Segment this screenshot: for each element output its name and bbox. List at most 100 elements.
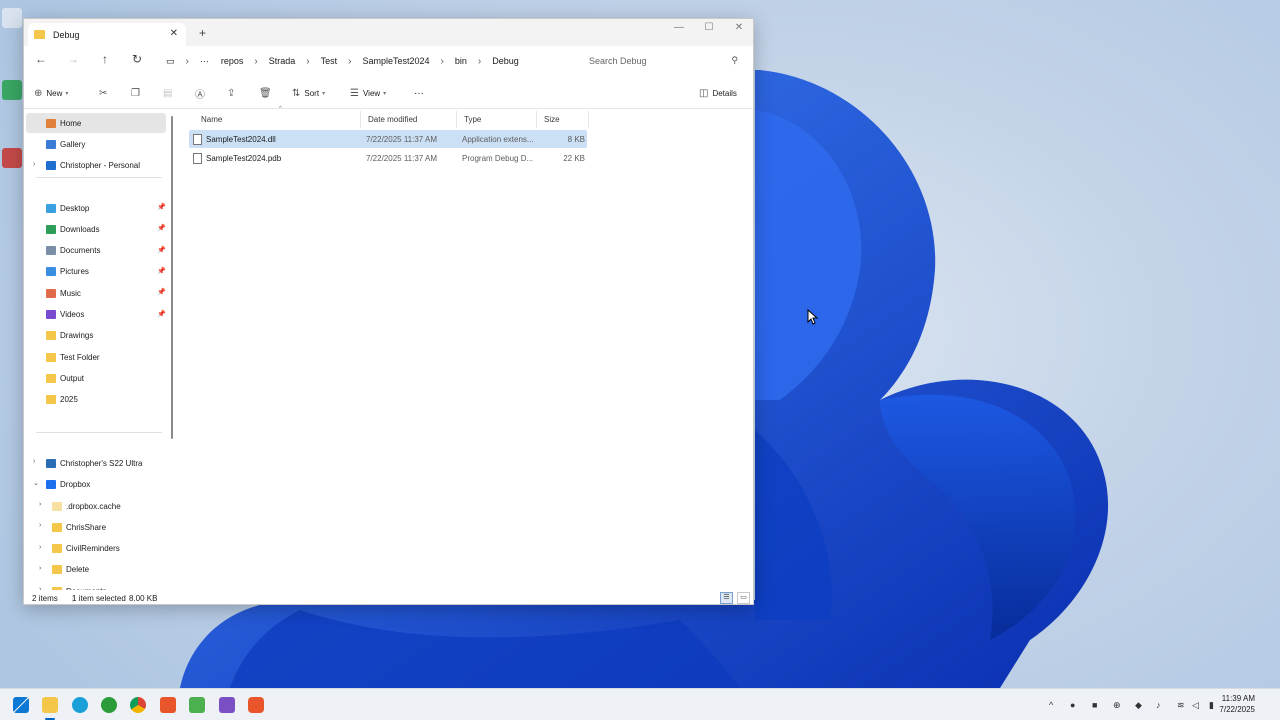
sidebar-item[interactable]: › Christopher - Personal	[26, 156, 166, 176]
clock-date: 7/22/2025	[1219, 705, 1255, 714]
chevron-down-icon[interactable]: ⌄	[33, 479, 39, 487]
sidebar-item[interactable]: Pictures 📌	[26, 262, 166, 282]
sidebar-item[interactable]: › CivilReminders	[26, 539, 166, 559]
sidebar-item[interactable]: Videos 📌	[26, 305, 166, 325]
sidebar-divider	[36, 432, 162, 433]
sidebar-item[interactable]: Test Folder	[26, 347, 166, 367]
maximize-button[interactable]: ☐	[702, 22, 716, 33]
pin-icon: 📌	[157, 204, 166, 211]
share-button[interactable]: ⇪	[227, 84, 239, 102]
app-s-icon[interactable]	[160, 697, 176, 713]
close-window-button[interactable]: ✕	[732, 22, 746, 33]
forward-button[interactable]: →	[65, 52, 81, 66]
sidebar-scrollbar[interactable]	[171, 116, 173, 439]
breadcrumb-overflow[interactable]: ···	[194, 56, 215, 66]
details-button[interactable]: ◫ Details	[699, 84, 737, 102]
column-header-date[interactable]: Date modified	[361, 111, 457, 128]
details-view-button[interactable]: ☰	[720, 592, 733, 604]
edge-icon[interactable]	[72, 697, 88, 713]
file-explorer-taskbar-icon[interactable]	[42, 697, 58, 713]
details-label: Details	[712, 88, 737, 98]
column-header-size[interactable]: Size	[537, 111, 589, 128]
cell-text: Program Debug D...	[462, 153, 534, 163]
tiles-view-button[interactable]: ▭	[737, 592, 750, 604]
tab-title: Debug	[53, 29, 80, 40]
view-button[interactable]: ☰ View ▾	[350, 84, 386, 102]
chevron-right-icon[interactable]: ›	[39, 544, 41, 551]
sidebar-item[interactable]: Output	[26, 368, 166, 388]
network-globe-icon[interactable]: ⊕	[1113, 700, 1121, 711]
sidebar-item[interactable]: ⌄ Dropbox	[26, 474, 166, 494]
copy-button[interactable]: ❐	[131, 84, 144, 102]
start-button[interactable]	[13, 697, 29, 713]
new-tab-button[interactable]: +	[199, 26, 206, 40]
microphone-icon[interactable]: ♪	[1156, 700, 1161, 710]
sidebar-item[interactable]: › ChrisShare	[26, 517, 166, 537]
sidebar-item[interactable]: Downloads 📌	[26, 219, 166, 239]
breadcrumb-item[interactable]: SampleTest2024	[356, 56, 435, 66]
breadcrumb-item[interactable]: Debug	[486, 56, 525, 66]
paste-button[interactable]: ▤	[163, 84, 176, 102]
clock[interactable]: 11:39 AM 7/22/2025	[1219, 693, 1255, 715]
sidebar-item-label: Downloads	[60, 224, 100, 234]
minimize-button[interactable]: —	[672, 22, 686, 33]
cut-button[interactable]: ✂	[99, 84, 111, 102]
visual-studio-icon[interactable]	[219, 697, 235, 713]
item-count: 2 items	[32, 593, 58, 603]
sidebar-item-label: Test Folder	[60, 352, 100, 362]
security-icon[interactable]: ●	[1070, 700, 1075, 710]
sidebar-item[interactable]: Music 📌	[26, 283, 166, 303]
sidebar-item[interactable]: Gallery	[26, 134, 166, 154]
rename-button[interactable]: Ⓐ	[195, 84, 209, 102]
close-tab-icon[interactable]: ✕	[170, 28, 178, 39]
app-c-icon[interactable]	[248, 697, 264, 713]
desktop-shortcut-icon[interactable]	[2, 148, 22, 168]
table-row[interactable]: SampleTest2024.pdb 7/22/2025 11:37 AM Prog…	[189, 149, 587, 167]
back-button[interactable]: ←	[33, 52, 49, 66]
delete-button[interactable]: 🗑	[259, 84, 276, 102]
refresh-button[interactable]: ↻	[129, 52, 145, 66]
pin-icon: 📌	[157, 267, 166, 275]
sidebar-item[interactable]: › Delete	[26, 560, 166, 580]
chevron-right-icon[interactable]: ›	[39, 565, 41, 572]
tab-debug[interactable]: Debug ✕	[28, 23, 186, 46]
desktop-shortcut-icon[interactable]	[2, 8, 22, 28]
quickbooks-icon[interactable]	[101, 697, 117, 713]
sidebar-item[interactable]: Home	[26, 113, 166, 133]
dropbox-tray-icon[interactable]: ◆	[1135, 700, 1142, 711]
taskbar: ^ ● ■ ⊕ ◆ ♪ ≋ ◁ ▮ 11:39 AM 7/22/2025	[0, 688, 1280, 720]
pc-icon[interactable]: ▭	[164, 56, 181, 67]
breadcrumb-item[interactable]: repos	[215, 56, 250, 66]
chevron-right-icon[interactable]: ›	[39, 522, 41, 529]
teams-icon[interactable]: ■	[1092, 700, 1097, 710]
chrome-icon[interactable]	[130, 697, 146, 713]
column-header-name[interactable]: ^ Name	[194, 106, 361, 128]
table-row[interactable]: SampleTest2024.dll 7/22/2025 11:37 AM Appl…	[189, 130, 587, 148]
cell-date: 7/22/2025 11:37 AM	[366, 149, 458, 167]
wifi-icon[interactable]: ≋	[1177, 700, 1185, 711]
column-header-type[interactable]: Type	[457, 111, 537, 128]
app-chart-icon[interactable]	[189, 697, 205, 713]
sidebar-item[interactable]: › .dropbox.cache	[26, 496, 166, 516]
sidebar-item[interactable]: Drawings	[26, 326, 166, 346]
chevron-up-icon[interactable]: ^	[1049, 700, 1053, 710]
sidebar-item[interactable]: 2025	[26, 390, 166, 410]
search-input[interactable]: Search Debug ⚲	[582, 50, 746, 72]
sidebar-item[interactable]: Documents 📌	[26, 241, 166, 261]
sidebar-item[interactable]: › Christopher's S22 Ultra	[26, 453, 166, 473]
chevron-right-icon[interactable]: ›	[33, 161, 35, 168]
sidebar-item[interactable]: ›Documents	[26, 581, 166, 590]
volume-icon[interactable]: ◁	[1192, 700, 1199, 711]
sidebar-item[interactable]: Desktop 📌	[26, 198, 166, 218]
up-button[interactable]: ↑	[97, 52, 113, 66]
desktop-shortcut-icon[interactable]	[2, 80, 22, 100]
breadcrumb-item[interactable]: Strada	[263, 56, 302, 66]
chevron-right-icon[interactable]: ›	[39, 501, 41, 508]
see-more-button[interactable]: ···	[414, 84, 424, 102]
new-button[interactable]: ⊕ New ▾	[34, 84, 68, 102]
chevron-right-icon[interactable]: ›	[33, 458, 35, 465]
breadcrumb-item[interactable]: bin	[449, 56, 473, 66]
breadcrumb-item[interactable]: Test	[315, 56, 344, 66]
sort-button[interactable]: ⇅ Sort ▾	[292, 84, 325, 102]
battery-icon[interactable]: ▮	[1209, 700, 1214, 711]
